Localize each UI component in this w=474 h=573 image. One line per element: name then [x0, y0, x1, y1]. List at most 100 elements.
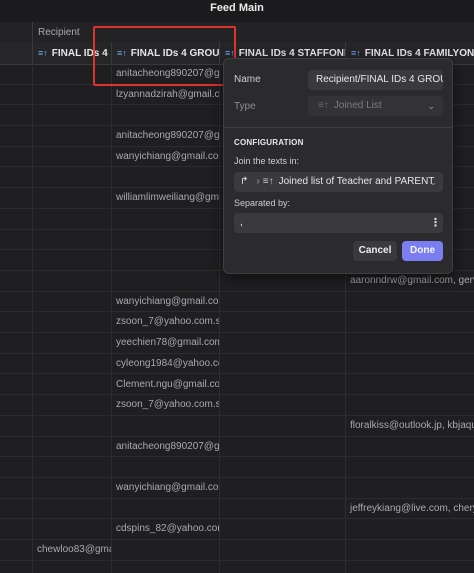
table-cell[interactable] [32, 354, 111, 374]
table-cell[interactable]: aaronndrw@gmail.com, gervier [345, 271, 474, 291]
table-row[interactable]: yeechien78@gmail.com, je [0, 333, 474, 354]
table-row[interactable]: wanyichiang@gmail.com, ... [0, 292, 474, 313]
table-row[interactable]: chewloo83@gmail [0, 540, 474, 561]
table-cell[interactable] [219, 271, 345, 291]
table-cell[interactable] [219, 561, 345, 573]
table-cell[interactable] [345, 437, 474, 457]
table-cell[interactable] [111, 168, 219, 188]
table-cell[interactable] [111, 416, 219, 436]
table-cell[interactable] [111, 209, 219, 229]
table-cell[interactable] [219, 292, 345, 312]
table-cell[interactable]: zsoon_7@yahoo.com.sg, ... [111, 312, 219, 332]
table-cell[interactable] [111, 540, 219, 560]
type-select: ≡↑ Joined List ⌄ [308, 96, 443, 116]
separator-input[interactable]: , [234, 213, 443, 233]
table-cell[interactable] [32, 85, 111, 105]
table-cell[interactable] [32, 519, 111, 539]
table-row[interactable]: floralkiss@outlook.jp, kbjaquilm [0, 416, 474, 437]
table-cell[interactable]: anitacheong890207@gmail.com [111, 437, 219, 457]
table-cell[interactable] [345, 519, 474, 539]
table-cell[interactable] [32, 457, 111, 477]
table-cell[interactable]: cyleong1984@yahoo.com, ... [111, 354, 219, 374]
table-cell[interactable] [111, 457, 219, 477]
table-row[interactable] [0, 457, 474, 478]
table-cell[interactable] [32, 230, 111, 250]
table-cell[interactable] [345, 457, 474, 477]
table-cell[interactable] [345, 333, 474, 353]
table-cell[interactable]: williamlimweiliang@gmail.com [111, 188, 219, 208]
table-cell[interactable] [219, 395, 345, 415]
table-cell[interactable]: chewloo83@gmail [32, 540, 111, 560]
table-cell[interactable] [32, 250, 111, 270]
table-cell[interactable] [32, 209, 111, 229]
table-row[interactable]: Clement.ngu@gmail.com, ... [0, 375, 474, 396]
table-cell[interactable] [32, 292, 111, 312]
table-cell[interactable] [219, 437, 345, 457]
table-cell[interactable]: wanyichiang@gmail.com, ... [111, 292, 219, 312]
table-cell[interactable] [219, 457, 345, 477]
table-cell[interactable] [32, 271, 111, 291]
table-cell[interactable] [345, 312, 474, 332]
table-cell[interactable] [219, 499, 345, 519]
table-cell[interactable] [32, 416, 111, 436]
table-cell[interactable] [219, 312, 345, 332]
table-cell[interactable] [111, 105, 219, 125]
table-cell[interactable]: jeffreykiang@live.com, cherylt [345, 499, 474, 519]
table-cell[interactable] [32, 168, 111, 188]
table-row[interactable]: cdspins_82@yahoo.com, ... [0, 519, 474, 541]
name-field[interactable]: Recipient/FINAL IDs 4 GROUP [308, 70, 443, 90]
table-cell[interactable] [345, 354, 474, 374]
table-cell[interactable] [345, 375, 474, 395]
table-cell[interactable] [345, 292, 474, 312]
done-button[interactable]: Done [402, 241, 443, 261]
table-cell[interactable] [32, 147, 111, 167]
table-cell[interactable] [219, 519, 345, 539]
table-cell[interactable] [32, 188, 111, 208]
table-cell[interactable] [219, 540, 345, 560]
cancel-button[interactable]: Cancel [353, 241, 397, 261]
table-cell[interactable]: lzyannadzirah@gmail.com, ... [111, 85, 219, 105]
table-cell[interactable]: cdspins_82@yahoo.com, ... [111, 519, 219, 539]
table-cell[interactable] [345, 540, 474, 560]
more-options-icon[interactable]: ⋮ [430, 216, 441, 229]
table-cell[interactable]: anitacheong890207@gmail.com [111, 126, 219, 146]
table-cell[interactable] [111, 499, 219, 519]
table-cell[interactable] [32, 478, 111, 498]
table-cell[interactable] [111, 271, 219, 291]
table-cell[interactable]: zsoon_7@yahoo.com.sg, ... [111, 395, 219, 415]
table-cell[interactable] [219, 333, 345, 353]
table-cell[interactable]: Clement.ngu@gmail.com, ... [111, 375, 219, 395]
table-cell[interactable] [32, 375, 111, 395]
table-row[interactable]: zsoon_7@yahoo.com.sg, ... [0, 395, 474, 416]
table-cell[interactable] [111, 230, 219, 250]
table-cell[interactable] [32, 126, 111, 146]
table-cell[interactable] [345, 478, 474, 498]
table-cell[interactable] [32, 561, 111, 573]
table-cell[interactable] [219, 416, 345, 436]
table-cell[interactable] [345, 395, 474, 415]
table-cell[interactable] [111, 250, 219, 270]
table-cell[interactable] [111, 561, 219, 573]
table-cell[interactable] [345, 561, 474, 573]
table-row[interactable]: jeffreykiang@live.com, cherylt [0, 499, 474, 520]
table-row[interactable]: aaronndrw@gmail.com, gervier [0, 271, 474, 292]
table-row[interactable]: anitacheong890207@gmail.com [0, 437, 474, 458]
table-row[interactable]: wanyichiang@gmail.com, ... [0, 478, 474, 499]
table-cell[interactable] [32, 437, 111, 457]
table-cell[interactable]: yeechien78@gmail.com, je [111, 333, 219, 353]
table-row[interactable]: cyleong1984@yahoo.com, ... [0, 354, 474, 375]
table-cell[interactable]: wanyichiang@gmail.com, ... [111, 478, 219, 498]
table-cell[interactable] [32, 105, 111, 125]
join-source-select[interactable]: ↱ › ≡↑ Joined list of Teacher and PARENT ⌄ [234, 172, 443, 192]
table-cell[interactable] [32, 499, 111, 519]
table-cell[interactable] [32, 333, 111, 353]
table-row[interactable] [0, 561, 474, 573]
table-row[interactable]: zsoon_7@yahoo.com.sg, ... [0, 312, 474, 334]
table-cell[interactable] [219, 375, 345, 395]
table-cell[interactable] [219, 354, 345, 374]
table-cell[interactable] [219, 478, 345, 498]
table-cell[interactable]: wanyichiang@gmail.com, ... [111, 147, 219, 167]
table-cell[interactable] [32, 312, 111, 332]
table-cell[interactable]: floralkiss@outlook.jp, kbjaquilm [345, 416, 474, 436]
table-cell[interactable] [32, 395, 111, 415]
